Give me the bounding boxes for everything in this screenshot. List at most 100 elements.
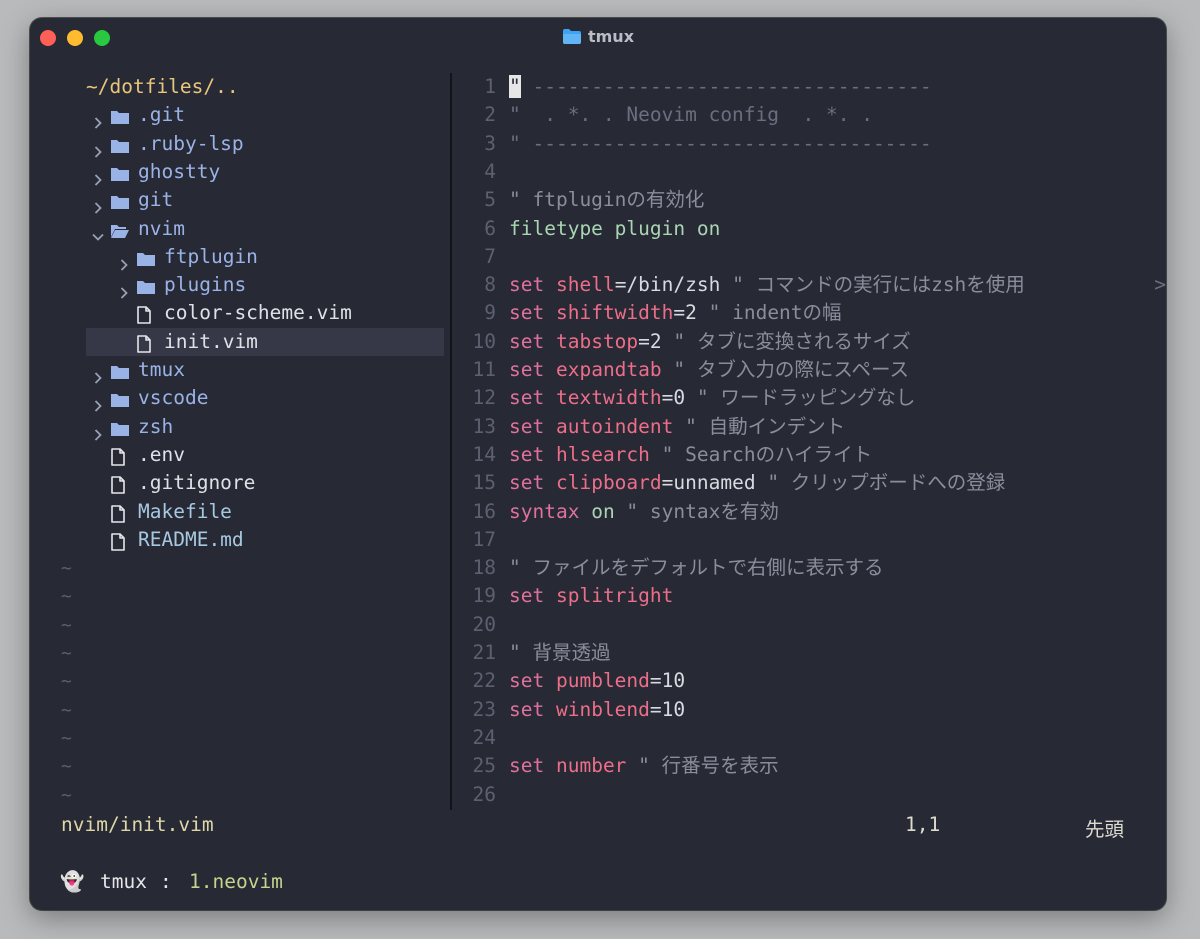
- chevron-down-icon[interactable]: [92, 223, 104, 241]
- tree-folder[interactable]: tmux: [86, 356, 444, 384]
- tree-file[interactable]: .gitignore: [86, 469, 444, 497]
- empty-line-tilde: ~: [61, 699, 72, 721]
- code-line[interactable]: " ファイルをデフォルトで右側に表示する: [509, 554, 1166, 582]
- chevron-right-icon[interactable]: [92, 166, 104, 186]
- folder-icon: [110, 135, 130, 153]
- code-line[interactable]: [509, 611, 1166, 639]
- code-token: =10: [649, 697, 686, 721]
- code-line[interactable]: " ftpluginの有効化: [509, 186, 1166, 214]
- code-line[interactable]: set winblend=10: [509, 696, 1166, 724]
- code-token: " ワードラッピングなし: [685, 386, 916, 410]
- chevron-right-icon[interactable]: [92, 421, 104, 441]
- chevron-right-icon[interactable]: [92, 364, 104, 384]
- empty-line-tilde: ~: [61, 586, 72, 608]
- tree-folder[interactable]: plugins: [86, 271, 444, 299]
- title-bar: tmux: [30, 18, 1166, 58]
- code-token: on: [591, 499, 615, 523]
- code-line[interactable]: set pumblend=10: [509, 667, 1166, 695]
- chevron-right-icon[interactable]: [118, 279, 130, 299]
- code-line[interactable]: set shiftwidth=2 " indentの幅: [509, 299, 1166, 327]
- tmux-separator: :: [160, 870, 172, 893]
- code-line[interactable]: [509, 243, 1166, 271]
- code-line[interactable]: [509, 158, 1166, 186]
- line-number: 21: [472, 641, 496, 664]
- tree-item-label: .ruby-lsp: [138, 131, 244, 155]
- tree-folder[interactable]: ftplugin: [86, 243, 444, 271]
- code-line[interactable]: set autoindent " 自動インデント: [509, 413, 1166, 441]
- line-number: 15: [472, 471, 496, 495]
- line-number: 6: [484, 216, 496, 240]
- statusline-file: nvim/init.vim: [61, 813, 214, 836]
- tree-item-label: init.vim: [164, 329, 258, 353]
- chevron-right-icon[interactable]: [92, 194, 104, 214]
- tree-folder[interactable]: .ruby-lsp: [86, 130, 444, 158]
- tree-item-label: zsh: [138, 414, 174, 438]
- code-line[interactable]: [509, 781, 1166, 809]
- tree-folder[interactable]: git: [86, 186, 444, 214]
- code-line[interactable]: set expandtab " タブ入力の際にスペース: [509, 356, 1166, 384]
- file-icon: [108, 474, 128, 494]
- code-token: textwidth: [555, 386, 662, 410]
- tree-item-label: nvim: [138, 216, 185, 240]
- file-icon: [108, 446, 128, 466]
- tree-folder[interactable]: zsh: [86, 413, 444, 441]
- line-number: 11: [472, 358, 496, 381]
- empty-line-tilde: ~: [61, 558, 72, 580]
- code-token: set: [509, 669, 545, 693]
- tree-file[interactable]: .env: [86, 441, 444, 469]
- code-token: tabstop: [555, 329, 639, 353]
- chevron-right-icon[interactable]: [118, 251, 130, 271]
- tree-folder[interactable]: nvim: [86, 215, 444, 243]
- tree-file[interactable]: Makefile: [86, 498, 444, 526]
- line-number: 5: [484, 188, 496, 212]
- code-line[interactable]: " . *. . Neovim config . *. .: [509, 101, 1166, 129]
- code-line[interactable]: " ----------------------------------: [509, 130, 1166, 158]
- chevron-right-icon[interactable]: [92, 392, 104, 412]
- window-title: tmux: [30, 27, 1166, 46]
- code-token: syntax: [509, 499, 580, 523]
- code-line[interactable]: set clipboard=unnamed " クリップボードへの登録: [509, 469, 1166, 497]
- tree-item-label: vscode: [138, 386, 209, 410]
- file-tree-pane[interactable]: ~/dotfiles/.. .git .ruby-lsp ghostty git nvi…: [30, 73, 444, 818]
- file-icon: [108, 503, 128, 523]
- code-token: =10: [649, 669, 686, 693]
- line-number: 22: [472, 669, 496, 693]
- tree-file[interactable]: README.md: [86, 526, 444, 554]
- tree-folder[interactable]: ghostty: [86, 158, 444, 186]
- code-line[interactable]: set number " 行番号を表示: [509, 752, 1166, 780]
- chevron-right-icon[interactable]: [92, 138, 104, 158]
- tmux-window-name[interactable]: 1.neovim: [189, 870, 283, 893]
- code-line[interactable]: [509, 724, 1166, 752]
- tree-folder[interactable]: .git: [86, 101, 444, 129]
- code-token: " 背景透過: [509, 641, 611, 664]
- code-line[interactable]: set textwidth=0 " ワードラッピングなし: [509, 384, 1166, 412]
- line-number: 4: [484, 159, 496, 183]
- code-line[interactable]: [509, 526, 1166, 554]
- tree-file[interactable]: init.vim: [86, 327, 444, 356]
- code-line[interactable]: set tabstop=2 " タブに変換されるサイズ: [509, 328, 1166, 356]
- tmux-status-bar: 👻 tmux : 1.neovim: [30, 870, 1166, 900]
- tree-item-label: tmux: [138, 358, 185, 381]
- code-token: set: [509, 358, 545, 381]
- code-line[interactable]: syntax on " syntaxを有効: [509, 498, 1166, 526]
- code-line[interactable]: set shell=/bin/zsh " コマンドの実行にはzshを使用: [509, 271, 1166, 299]
- code-line[interactable]: set splitright: [509, 582, 1166, 610]
- tree-folder[interactable]: vscode: [86, 384, 444, 412]
- code-line[interactable]: filetype plugin on: [509, 215, 1166, 243]
- line-number: 10: [472, 329, 496, 353]
- tree-file[interactable]: color-scheme.vim: [86, 299, 444, 327]
- editor-pane[interactable]: 1 " ---------------------------------- 2 " …: [452, 73, 1166, 818]
- code-line[interactable]: " ----------------------------------: [509, 73, 1166, 101]
- code-token: set: [509, 414, 545, 438]
- code-token: =2: [673, 301, 697, 325]
- chevron-right-icon[interactable]: [92, 109, 104, 129]
- folder-open-icon: [110, 220, 130, 238]
- code-line[interactable]: set hlsearch " Searchのハイライト: [509, 441, 1166, 469]
- tree-root[interactable]: ~/dotfiles/..: [86, 73, 444, 101]
- code-line[interactable]: " 背景透過: [509, 639, 1166, 667]
